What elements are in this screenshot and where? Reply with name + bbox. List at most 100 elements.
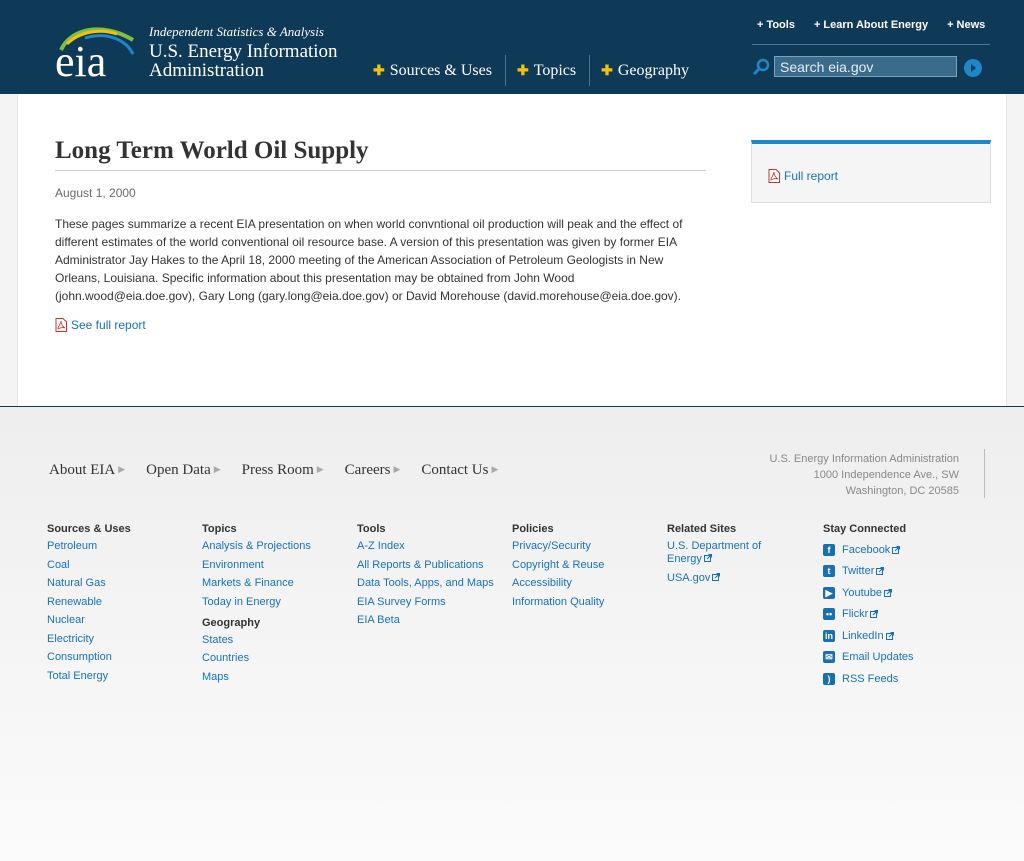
footer-link-maps[interactable]: Maps — [202, 671, 311, 684]
publish-date: August 1, 2000 — [55, 186, 136, 200]
search-input[interactable] — [774, 56, 957, 77]
eia-logo[interactable]: eia — [55, 20, 137, 86]
footer-link-eia-beta[interactable]: EIA Beta — [357, 614, 494, 627]
footer-link-today-in-energy[interactable]: Today in Energy — [202, 596, 311, 609]
footer-nav-contact-us[interactable]: Contact Us ▶ — [421, 462, 498, 479]
footer-link-information-quality[interactable]: Information Quality — [512, 596, 604, 609]
footer-link-copyright-reuse[interactable]: Copyright & Reuse — [512, 559, 604, 572]
social-rss-feeds[interactable]: ) RSS Feeds — [823, 672, 914, 686]
full-report-link[interactable]: Full report — [768, 169, 838, 183]
util-tools[interactable]: + Tools — [757, 19, 795, 31]
pdf-icon — [55, 318, 67, 332]
plus-icon: ✚ — [516, 62, 529, 78]
footer-nav-careers[interactable]: Careers ▶ — [345, 462, 401, 479]
footer-link-data-tools[interactable]: Data Tools, Apps, and Maps — [357, 577, 494, 590]
footer-link-environment[interactable]: Environment — [202, 559, 311, 572]
report-sidebox: Full report — [751, 140, 991, 203]
title-divider — [55, 170, 706, 171]
arrow-icon: ▶ — [393, 464, 401, 474]
util-news[interactable]: + News — [947, 19, 985, 31]
see-full-report-link[interactable]: See full report — [55, 318, 146, 332]
arrow-icon: ▶ — [491, 464, 499, 474]
nav-label: Geography — [617, 61, 689, 79]
footer-link-electricity[interactable]: Electricity — [47, 633, 131, 646]
footer-nav-press-room[interactable]: Press Room ▶ — [242, 462, 324, 479]
footer-link-petroleum[interactable]: Petroleum — [47, 540, 131, 553]
footer-link-states[interactable]: States — [202, 634, 311, 647]
footer-link-label: U.S. Department of Energy — [667, 540, 762, 565]
footer-link-dept-of-energy[interactable]: U.S. Department of Energy — [667, 540, 787, 566]
footer-link-consumption[interactable]: Consumption — [47, 651, 131, 664]
org-name-line1: U.S. Energy Information — [149, 41, 338, 62]
footer-col-connected: Stay Connected f Facebook t Twitter ▶ Youtu… — [823, 523, 914, 694]
footer-link-analysis-projections[interactable]: Analysis & Projections — [202, 540, 311, 553]
pdf-icon — [768, 169, 780, 183]
youtube-icon: ▶ — [823, 586, 835, 599]
footer-link-total-energy[interactable]: Total Energy — [47, 670, 131, 683]
org-name-line2: Administration — [149, 60, 265, 81]
footer-link-label: USA.gov — [667, 571, 711, 584]
nav-sources-uses[interactable]: ✚ Sources & Uses — [362, 55, 506, 86]
nav-geography[interactable]: ✚ Geography — [590, 55, 702, 86]
nav-label: Topics — [533, 61, 577, 79]
footer-nav-label: Careers — [344, 462, 391, 478]
footer-link-privacy-security[interactable]: Privacy/Security — [512, 540, 604, 553]
plus-icon: ✚ — [601, 62, 613, 78]
social-label: Email Updates — [842, 651, 914, 664]
utility-nav: + Tools + Learn About Energy + News — [757, 19, 985, 31]
external-link-icon — [712, 572, 721, 581]
social-email-updates[interactable]: ✉ Email Updates — [823, 651, 914, 665]
site-header: eia Independent Statistics & Analysis U.… — [0, 0, 1024, 94]
social-twitter[interactable]: t Twitter — [823, 565, 914, 579]
plus-icon: + — [947, 19, 954, 31]
footer-link-coal[interactable]: Coal — [47, 559, 131, 572]
external-link-icon — [883, 588, 892, 597]
footer-link-nuclear[interactable]: Nuclear — [47, 614, 131, 627]
util-label: Learn About Energy — [823, 19, 929, 31]
util-learn-about-energy[interactable]: + Learn About Energy — [814, 19, 928, 31]
arrow-icon: ▶ — [118, 464, 126, 474]
utility-divider — [752, 44, 990, 45]
linkedin-icon: in — [823, 629, 835, 642]
footer-link-a-z-index[interactable]: A-Z Index — [357, 540, 494, 553]
full-report-label: Full report — [784, 169, 839, 183]
social-linkedin[interactable]: in LinkedIn — [823, 629, 914, 643]
util-label: News — [956, 19, 986, 31]
logo-text: eia — [55, 37, 106, 80]
social-youtube[interactable]: ▶ Youtube — [823, 586, 914, 600]
footer-link-accessibility[interactable]: Accessibility — [512, 577, 604, 590]
footer-nav-open-data[interactable]: Open Data ▶ — [146, 462, 220, 479]
social-flickr[interactable]: •• Flickr — [823, 608, 914, 622]
footer-nav-label: About EIA — [49, 462, 116, 478]
footer-nav-label: Contact Us — [421, 462, 489, 478]
social-label: Facebook — [842, 543, 891, 556]
page-title: Long Term World Oil Supply — [55, 137, 369, 164]
arrow-icon: ▶ — [213, 464, 221, 474]
plus-icon: + — [813, 19, 821, 31]
plus-icon: + — [757, 19, 764, 31]
external-link-icon — [876, 567, 885, 576]
site-footer: About EIA ▶ Open Data ▶ Press Room ▶ Career… — [0, 407, 1024, 861]
footer-col-heading: Tools — [357, 523, 386, 535]
footer-link-countries[interactable]: Countries — [202, 652, 311, 665]
nav-topics[interactable]: ✚ Topics — [506, 55, 591, 86]
social-facebook[interactable]: f Facebook — [823, 543, 914, 557]
footer-col-related: Related Sites U.S. Department of Energy … — [667, 523, 787, 590]
footer-link-all-reports[interactable]: All Reports & Publications — [357, 559, 494, 572]
article-summary: These pages summarize a recent EIA prese… — [55, 217, 683, 303]
search-go-icon[interactable] — [964, 59, 982, 77]
address-line: Washington, DC 20585 — [845, 485, 959, 497]
footer-link-markets-finance[interactable]: Markets & Finance — [202, 577, 311, 590]
org-name: U.S. Energy Information Administration — [149, 42, 338, 80]
footer-nav-label: Press Room — [241, 462, 314, 478]
footer-link-renewable[interactable]: Renewable — [47, 596, 131, 609]
external-link-icon — [892, 545, 901, 554]
util-label: Tools — [766, 19, 795, 31]
social-label: RSS Feeds — [842, 672, 899, 685]
footer-link-survey-forms[interactable]: EIA Survey Forms — [357, 596, 494, 609]
see-full-report-label: See full report — [71, 318, 146, 332]
footer-nav-about-eia[interactable]: About EIA ▶ — [49, 462, 125, 479]
footer-link-usa-gov[interactable]: USA.gov — [667, 572, 787, 585]
footer-link-natural-gas[interactable]: Natural Gas — [47, 577, 131, 590]
footer-col-heading: Policies — [512, 523, 554, 535]
